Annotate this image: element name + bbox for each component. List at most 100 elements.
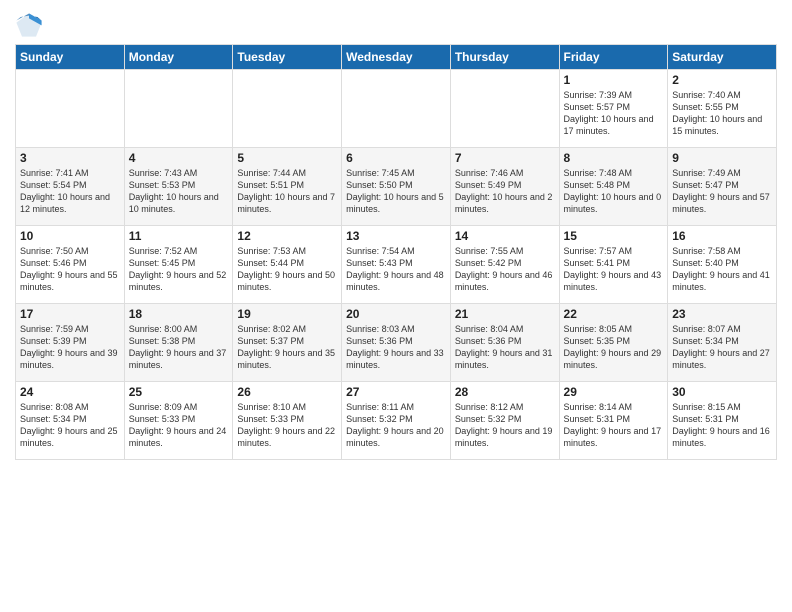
day-info: Sunrise: 7:45 AMSunset: 5:50 PMDaylight:… [346, 167, 446, 216]
weekday-monday: Monday [124, 45, 233, 70]
day-info: Sunrise: 7:41 AMSunset: 5:54 PMDaylight:… [20, 167, 120, 216]
day-info: Sunrise: 7:57 AMSunset: 5:41 PMDaylight:… [564, 245, 664, 294]
day-number: 7 [455, 151, 555, 165]
day-info: Sunrise: 8:14 AMSunset: 5:31 PMDaylight:… [564, 401, 664, 450]
weekday-thursday: Thursday [450, 45, 559, 70]
day-number: 28 [455, 385, 555, 399]
day-info: Sunrise: 8:09 AMSunset: 5:33 PMDaylight:… [129, 401, 229, 450]
day-info: Sunrise: 8:02 AMSunset: 5:37 PMDaylight:… [237, 323, 337, 372]
day-number: 10 [20, 229, 120, 243]
calendar-cell [124, 70, 233, 148]
day-number: 4 [129, 151, 229, 165]
calendar-cell: 26 Sunrise: 8:10 AMSunset: 5:33 PMDayligh… [233, 382, 342, 460]
calendar-cell: 6Sunrise: 7:45 AMSunset: 5:50 PMDaylight… [342, 148, 451, 226]
calendar-cell: 20Sunrise: 8:03 AMSunset: 5:36 PMDayligh… [342, 304, 451, 382]
day-number: 27 [346, 385, 446, 399]
day-number: 26 [237, 385, 337, 399]
calendar-cell: 19 Sunrise: 8:02 AMSunset: 5:37 PMDayligh… [233, 304, 342, 382]
day-info: Sunrise: 7:44 AMSunset: 5:51 PMDaylight:… [237, 167, 337, 216]
calendar-cell: 23 Sunrise: 8:07 AMSunset: 5:34 PMDayligh… [668, 304, 777, 382]
day-info: Sunrise: 7:40 AMSunset: 5:55 PMDaylight:… [672, 89, 772, 138]
day-info: Sunrise: 8:03 AMSunset: 5:36 PMDaylight:… [346, 323, 446, 372]
day-info: Sunrise: 8:10 AMSunset: 5:33 PMDaylight:… [237, 401, 337, 450]
day-info: Sunrise: 7:59 AMSunset: 5:39 PMDaylight:… [20, 323, 120, 372]
day-number: 15 [564, 229, 664, 243]
calendar-week-3: 10 Sunrise: 7:50 AMSunset: 5:46 PMDayligh… [16, 226, 777, 304]
day-info: Sunrise: 7:52 AMSunset: 5:45 PMDaylight:… [129, 245, 229, 294]
day-info: Sunrise: 7:53 AMSunset: 5:44 PMDaylight:… [237, 245, 337, 294]
day-number: 23 [672, 307, 772, 321]
day-number: 22 [564, 307, 664, 321]
day-info: Sunrise: 8:07 AMSunset: 5:34 PMDaylight:… [672, 323, 772, 372]
calendar-cell: 13 Sunrise: 7:54 AMSunset: 5:43 PMDayligh… [342, 226, 451, 304]
day-number: 24 [20, 385, 120, 399]
calendar-week-2: 3 Sunrise: 7:41 AMSunset: 5:54 PMDaylight… [16, 148, 777, 226]
calendar-cell: 17 Sunrise: 7:59 AMSunset: 5:39 PMDayligh… [16, 304, 125, 382]
day-info: Sunrise: 7:50 AMSunset: 5:46 PMDaylight:… [20, 245, 120, 294]
day-info: Sunrise: 7:39 AMSunset: 5:57 PMDaylight:… [564, 89, 664, 138]
calendar-cell: 16Sunrise: 7:58 AMSunset: 5:40 PMDayligh… [668, 226, 777, 304]
logo-icon [15, 10, 43, 38]
calendar-cell: 14Sunrise: 7:55 AMSunset: 5:42 PMDayligh… [450, 226, 559, 304]
logo [15, 10, 47, 38]
calendar-cell: 9Sunrise: 7:49 AMSunset: 5:47 PMDaylight… [668, 148, 777, 226]
calendar-cell: 11 Sunrise: 7:52 AMSunset: 5:45 PMDayligh… [124, 226, 233, 304]
calendar-week-4: 17 Sunrise: 7:59 AMSunset: 5:39 PMDayligh… [16, 304, 777, 382]
calendar-cell: 24 Sunrise: 8:08 AMSunset: 5:34 PMDayligh… [16, 382, 125, 460]
page-container: SundayMondayTuesdayWednesdayThursdayFrid… [0, 0, 792, 470]
day-number: 12 [237, 229, 337, 243]
header [15, 10, 777, 38]
day-info: Sunrise: 7:48 AMSunset: 5:48 PMDaylight:… [564, 167, 664, 216]
day-number: 30 [672, 385, 772, 399]
day-number: 8 [564, 151, 664, 165]
calendar-cell: 25 Sunrise: 8:09 AMSunset: 5:33 PMDayligh… [124, 382, 233, 460]
day-number: 21 [455, 307, 555, 321]
day-info: Sunrise: 7:58 AMSunset: 5:40 PMDaylight:… [672, 245, 772, 294]
weekday-tuesday: Tuesday [233, 45, 342, 70]
calendar-cell: 1 Sunrise: 7:39 AMSunset: 5:57 PMDaylight… [559, 70, 668, 148]
day-info: Sunrise: 7:54 AMSunset: 5:43 PMDaylight:… [346, 245, 446, 294]
day-number: 13 [346, 229, 446, 243]
calendar-cell: 12 Sunrise: 7:53 AMSunset: 5:44 PMDayligh… [233, 226, 342, 304]
day-number: 29 [564, 385, 664, 399]
day-info: Sunrise: 8:00 AMSunset: 5:38 PMDaylight:… [129, 323, 229, 372]
calendar-cell: 30 Sunrise: 8:15 AMSunset: 5:31 PMDayligh… [668, 382, 777, 460]
day-number: 5 [237, 151, 337, 165]
day-number: 11 [129, 229, 229, 243]
calendar-cell: 2Sunrise: 7:40 AMSunset: 5:55 PMDaylight… [668, 70, 777, 148]
weekday-wednesday: Wednesday [342, 45, 451, 70]
calendar-cell [342, 70, 451, 148]
calendar-week-5: 24 Sunrise: 8:08 AMSunset: 5:34 PMDayligh… [16, 382, 777, 460]
day-number: 25 [129, 385, 229, 399]
weekday-friday: Friday [559, 45, 668, 70]
calendar-cell: 5 Sunrise: 7:44 AMSunset: 5:51 PMDaylight… [233, 148, 342, 226]
calendar-cell: 29 Sunrise: 8:14 AMSunset: 5:31 PMDayligh… [559, 382, 668, 460]
day-number: 1 [564, 73, 664, 87]
weekday-sunday: Sunday [16, 45, 125, 70]
day-info: Sunrise: 7:43 AMSunset: 5:53 PMDaylight:… [129, 167, 229, 216]
day-number: 17 [20, 307, 120, 321]
day-number: 19 [237, 307, 337, 321]
day-info: Sunrise: 8:08 AMSunset: 5:34 PMDaylight:… [20, 401, 120, 450]
day-number: 14 [455, 229, 555, 243]
day-info: Sunrise: 8:05 AMSunset: 5:35 PMDaylight:… [564, 323, 664, 372]
weekday-saturday: Saturday [668, 45, 777, 70]
day-number: 18 [129, 307, 229, 321]
calendar-cell [233, 70, 342, 148]
calendar-cell: 22 Sunrise: 8:05 AMSunset: 5:35 PMDayligh… [559, 304, 668, 382]
calendar-cell: 7 Sunrise: 7:46 AMSunset: 5:49 PMDaylight… [450, 148, 559, 226]
calendar-cell: 15 Sunrise: 7:57 AMSunset: 5:41 PMDayligh… [559, 226, 668, 304]
day-info: Sunrise: 8:04 AMSunset: 5:36 PMDaylight:… [455, 323, 555, 372]
calendar-cell: 3 Sunrise: 7:41 AMSunset: 5:54 PMDaylight… [16, 148, 125, 226]
calendar-table: SundayMondayTuesdayWednesdayThursdayFrid… [15, 44, 777, 460]
calendar-cell: 21 Sunrise: 8:04 AMSunset: 5:36 PMDayligh… [450, 304, 559, 382]
day-number: 3 [20, 151, 120, 165]
weekday-header-row: SundayMondayTuesdayWednesdayThursdayFrid… [16, 45, 777, 70]
day-info: Sunrise: 8:15 AMSunset: 5:31 PMDaylight:… [672, 401, 772, 450]
calendar-cell: 4 Sunrise: 7:43 AMSunset: 5:53 PMDaylight… [124, 148, 233, 226]
day-number: 9 [672, 151, 772, 165]
day-info: Sunrise: 7:46 AMSunset: 5:49 PMDaylight:… [455, 167, 555, 216]
calendar-week-1: 1 Sunrise: 7:39 AMSunset: 5:57 PMDaylight… [16, 70, 777, 148]
day-info: Sunrise: 8:11 AMSunset: 5:32 PMDaylight:… [346, 401, 446, 450]
calendar-cell [450, 70, 559, 148]
